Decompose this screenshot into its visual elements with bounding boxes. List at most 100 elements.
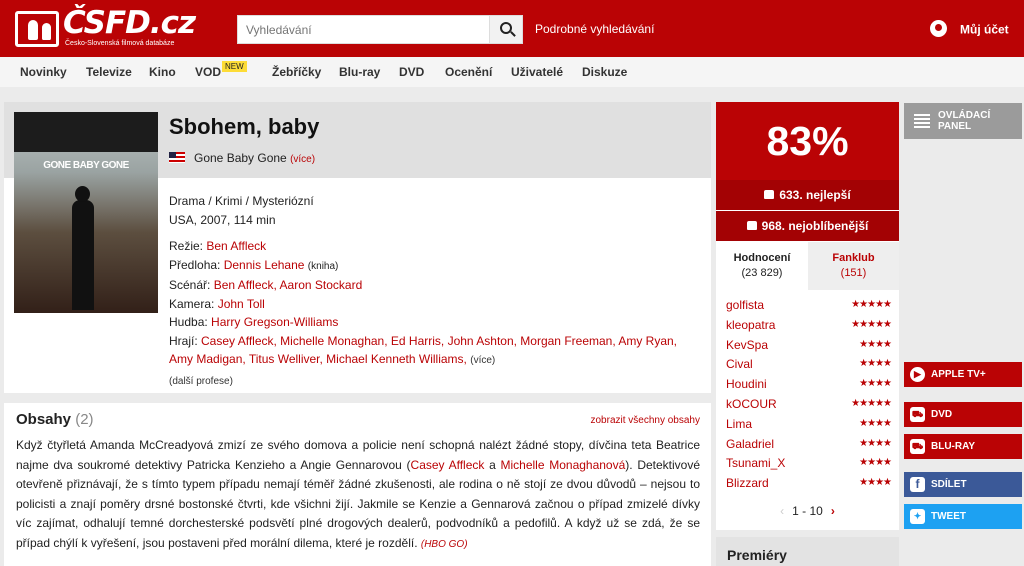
search-input[interactable] — [238, 16, 488, 43]
best-rank-link[interactable]: 633. nejlepší — [716, 180, 899, 210]
rating-score: 83% — [716, 102, 899, 180]
user-ratings-list: golfista ★★★★★ kleopatra ★★★★★ KevSpa ★★★★ … — [726, 298, 892, 496]
user-link[interactable]: KevSpa — [726, 338, 768, 352]
user-link[interactable]: golfista — [726, 298, 764, 312]
plot-actress-link[interactable]: Michelle Monaghanová — [501, 458, 626, 472]
dvd-button[interactable]: ⛟ DVD — [904, 402, 1022, 427]
show-all-plots-link[interactable]: zobrazit všechny obsahy — [590, 415, 700, 426]
credit-directing: Režie: Ben Affleck — [169, 239, 267, 253]
nav-item-kino[interactable]: Kino — [149, 65, 176, 79]
chevron-right-icon[interactable]: › — [831, 504, 835, 518]
twitter-icon: ✦ — [910, 509, 925, 524]
list-item: Blizzard ★★★★ — [726, 476, 892, 496]
credit-source: Předloha: Dennis Lehane (kniha) — [169, 257, 339, 272]
user-link[interactable]: kOCOUR — [726, 397, 777, 411]
user-link[interactable]: Cival — [726, 357, 753, 371]
camera-link[interactable]: John Toll — [218, 297, 265, 311]
chevron-left-icon[interactable]: ‹ — [780, 504, 784, 518]
director-link[interactable]: Ben Affleck — [206, 239, 266, 253]
list-item: Cival ★★★★ — [726, 357, 892, 377]
dvd-label: DVD — [931, 409, 953, 420]
list-item: kleopatra ★★★★★ — [726, 318, 892, 338]
user-link[interactable]: Lima — [726, 417, 752, 431]
tab-ratings[interactable]: Hodnocení (23 829) — [716, 242, 808, 290]
film-title: Sbohem, baby — [169, 114, 320, 139]
list-item: Houdini ★★★★ — [726, 377, 892, 397]
user-link[interactable]: kleopatra — [726, 318, 775, 332]
nav-item-diskuze[interactable]: Diskuze — [582, 65, 627, 79]
more-titles-link[interactable]: (více) — [290, 154, 315, 165]
tweet-label: TWEET — [931, 511, 966, 522]
menu-icon — [914, 114, 930, 128]
credit-screenplay: Scénář: Ben Affleck, Aaron Stockard — [169, 278, 363, 292]
user-link[interactable]: Houdini — [726, 377, 767, 391]
facebook-share-button[interactable]: f SDÍLET — [904, 472, 1022, 497]
original-title: Gone Baby Gone (více) — [169, 151, 315, 165]
site-logo[interactable]: ČSFD.cz Česko-Slovenská filmová databáze — [15, 5, 196, 47]
control-panel-label: OVLÁDACÍ PANEL — [938, 110, 991, 132]
user-link[interactable]: Galadriel — [726, 437, 774, 451]
other-professions-link[interactable]: (další profese) — [169, 376, 233, 387]
source-link[interactable]: Dennis Lehane — [224, 258, 305, 272]
original-title-text: Gone Baby Gone — [194, 151, 287, 165]
plot-source: (HBO GO) — [420, 538, 468, 550]
stars-icon: ★★★★ — [859, 358, 892, 370]
stars-icon: ★★★★ — [859, 338, 892, 350]
twitter-button[interactable]: ✦ TWEET — [904, 504, 1022, 529]
pager-range: 1 - 10 — [792, 504, 823, 518]
list-item: Galadriel ★★★★ — [726, 437, 892, 457]
nav-item-uzivatele[interactable]: Uživatelé — [511, 65, 563, 79]
user-link[interactable]: Blizzard — [726, 476, 769, 490]
thumb-up-icon — [764, 190, 775, 199]
stars-icon: ★★★★ — [859, 477, 892, 489]
plot-panel: Obsahy (2) zobrazit všechny obsahy Když … — [4, 403, 711, 566]
facebook-icon: f — [910, 477, 925, 492]
stars-icon: ★★★★ — [859, 437, 892, 449]
stars-icon: ★★★★ — [859, 417, 892, 429]
new-badge: NEW — [222, 61, 247, 72]
music-link[interactable]: Harry Gregson-Williams — [211, 315, 338, 329]
search-button[interactable] — [489, 16, 522, 43]
film-info: Drama / Krimi / Mysteriózní USA, 2007, 1… — [169, 192, 699, 391]
usa-flag-icon — [169, 152, 185, 163]
play-icon: ▶ — [910, 367, 925, 382]
plot-actor-link[interactable]: Casey Affleck — [411, 458, 485, 472]
account-button[interactable]: Můj účet — [930, 20, 1009, 39]
film-poster[interactable]: GONE BABY GONE — [14, 112, 158, 313]
cast-more-link[interactable]: (více) — [470, 355, 495, 366]
control-panel-button[interactable]: OVLÁDACÍ PANEL — [904, 103, 1022, 139]
credit-camera: Kamera: John Toll — [169, 296, 265, 311]
nav-item-zebricky[interactable]: Žebříčky — [272, 65, 321, 79]
main-nav: Novinky Televize Kino VOD NEW Žebříčky B… — [0, 57, 1024, 87]
nav-item-novinky[interactable]: Novinky — [20, 65, 67, 79]
nav-item-dvd[interactable]: DVD — [399, 65, 424, 79]
screenplay-link[interactable]: Ben Affleck, Aaron Stockard — [214, 278, 363, 292]
film-panel: GONE BABY GONE Sbohem, baby Gone Baby Go… — [4, 102, 711, 393]
apple-tv-button[interactable]: ▶ APPLE TV+ — [904, 362, 1022, 387]
credit-music: Hudba: Harry Gregson-Williams — [169, 315, 339, 329]
user-link[interactable]: Tsunami_X — [726, 456, 785, 470]
nav-item-televize[interactable]: Televize — [86, 65, 132, 79]
account-label: Můj účet — [960, 22, 1009, 37]
logo-subtitle: Česko-Slovenská filmová databáze — [65, 40, 175, 47]
advanced-search-link[interactable]: Podrobné vyhledávání — [535, 22, 654, 36]
search-box — [237, 15, 523, 44]
nav-item-oceneni[interactable]: Ocenění — [445, 65, 492, 79]
premieres-heading: Premiéry — [727, 547, 787, 563]
stars-icon: ★★★★ — [859, 378, 892, 390]
premieres-panel: Premiéry — [716, 537, 899, 566]
logo-film-icon — [15, 11, 59, 47]
poster-title: GONE BABY GONE — [43, 160, 129, 171]
cast-links[interactable]: Casey Affleck, Michelle Monaghan, Ed Har… — [169, 334, 677, 367]
nav-item-bluray[interactable]: Blu-ray — [339, 65, 380, 79]
list-item: Lima ★★★★ — [726, 417, 892, 437]
nav-item-vod[interactable]: VOD — [195, 65, 221, 79]
thumb-up-icon — [746, 221, 757, 230]
stars-icon: ★★★★★ — [851, 299, 892, 310]
cart-icon: ⛟ — [910, 407, 925, 422]
favorite-rank-link[interactable]: 968. nejoblíbenější — [716, 211, 899, 241]
ratings-pager: ‹ 1 - 10 › — [716, 504, 899, 518]
tab-fanclub[interactable]: Fanklub (151) — [808, 242, 899, 290]
bluray-button[interactable]: ⛟ BLU-RAY — [904, 434, 1022, 459]
apple-tv-label: APPLE TV+ — [931, 369, 986, 380]
